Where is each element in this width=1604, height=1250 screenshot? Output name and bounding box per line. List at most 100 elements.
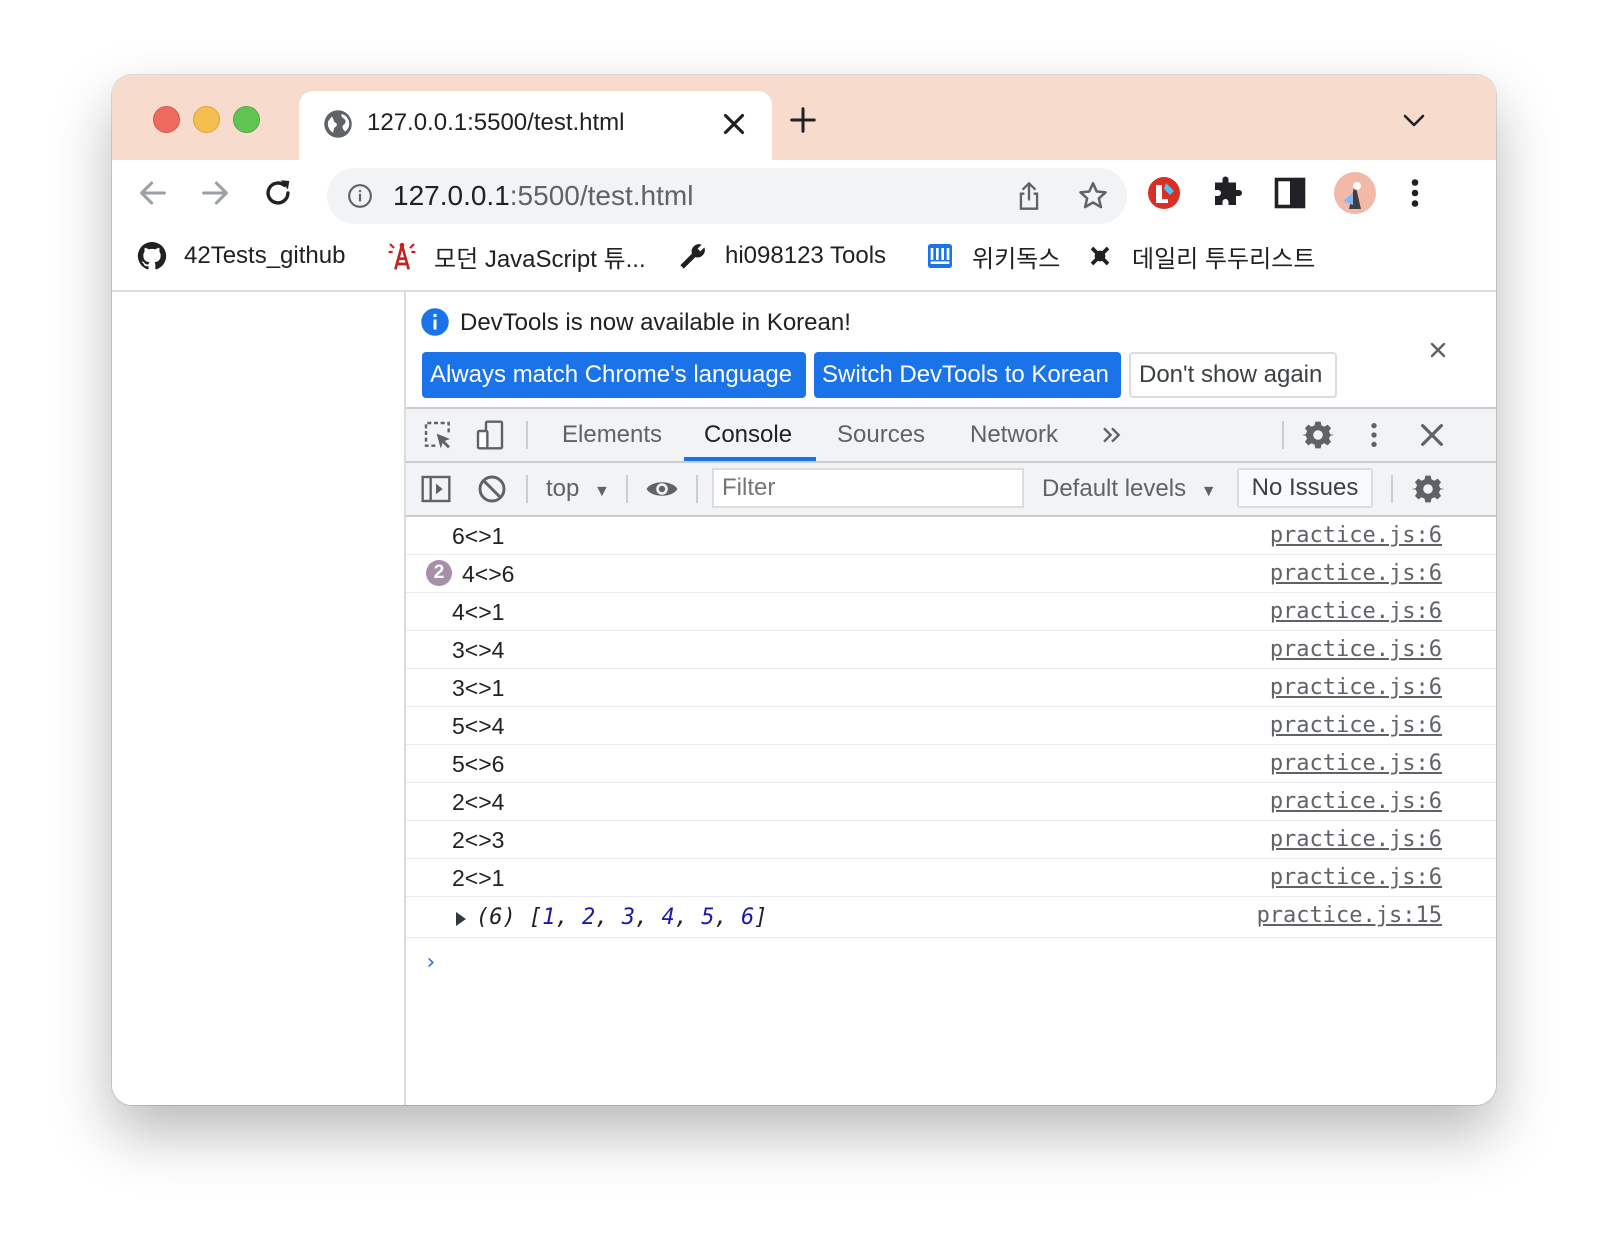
close-devtools-icon[interactable] [1416,419,1448,451]
bookmark-star-icon[interactable] [1077,180,1109,212]
close-window-button[interactable] [153,106,180,133]
address-bar[interactable]: 127.0.0.1:5500/test.html [327,168,1127,224]
inspect-element-icon[interactable] [422,419,454,451]
message-text: 5<>4 [452,713,505,739]
bookmark-label: hi098123 Tools [725,242,887,269]
tab-strip: 127.0.0.1:5500/test.html [112,75,1496,161]
forward-icon[interactable] [198,176,232,210]
site-info-icon[interactable] [347,183,373,209]
language-infobar: DevTools is now available in Korean! Alw… [406,292,1496,409]
globe-icon [324,110,352,138]
share-icon[interactable] [1015,181,1043,211]
console-prompt-row[interactable]: › [406,938,1496,984]
dont-show-again-button[interactable]: Don't show again [1129,352,1337,398]
source-link[interactable]: practice.js:6 [1270,751,1442,776]
github-icon [137,241,167,270]
devtools-tabbar: Elements Console Sources Network [406,409,1496,463]
console-message: 2<>3 practice.js:6 [406,821,1496,859]
toolbar-divider [1391,475,1393,503]
console-array-message[interactable]: (6) [1, 2, 3, 4, 5, 6] practice.js:15 [406,897,1496,938]
source-link[interactable]: practice.js:15 [1257,903,1442,928]
dropdown-arrow-icon: ▼ [1200,483,1217,500]
bookmark-item[interactable]: 모던 JavaScript 튜... [386,236,646,276]
clear-console-icon[interactable] [476,473,508,505]
show-sidebar-icon[interactable] [420,473,452,505]
log-levels-dropdown[interactable]: Default levels ▼ [1042,475,1217,503]
side-panel-icon[interactable] [1272,175,1308,211]
reload-icon[interactable] [261,176,295,210]
source-link[interactable]: practice.js:6 [1270,713,1442,738]
console-message: 5<>6 practice.js:6 [406,745,1496,783]
context-selector[interactable]: top ▼ [546,475,610,503]
tab-network[interactable]: Network [970,409,1058,461]
toolbar-divider [696,475,698,503]
close-infobar-icon[interactable] [1428,340,1448,360]
tab-sources[interactable]: Sources [837,409,925,461]
expand-triangle-icon[interactable] [456,912,466,926]
array-value: 2 [582,905,596,930]
browser-toolbar: 127.0.0.1:5500/test.html [112,160,1496,226]
new-tab-icon[interactable] [788,105,818,135]
browser-tab[interactable]: 127.0.0.1:5500/test.html [299,91,772,161]
console-messages: 6<>1 practice.js:6 2 4<>6 practice.js:6 … [406,517,1496,984]
close-tab-icon[interactable] [717,107,751,141]
switch-to-korean-button[interactable]: Switch DevTools to Korean [814,352,1121,398]
zoom-window-button[interactable] [233,106,260,133]
toolbar-divider [626,475,628,503]
devtools-menu-icon[interactable] [1358,419,1390,451]
source-link[interactable]: practice.js:6 [1270,599,1442,624]
infobar-message: DevTools is now available in Korean! [460,309,851,336]
source-link[interactable]: practice.js:6 [1270,789,1442,814]
issues-button[interactable]: No Issues [1237,468,1373,508]
extensions-puzzle-icon[interactable] [1209,175,1245,211]
source-link[interactable]: practice.js:6 [1270,827,1442,852]
device-toolbar-icon[interactable] [474,419,506,451]
array-value: 1 [542,905,556,930]
page-viewport [112,292,406,1105]
source-link[interactable]: practice.js:6 [1270,865,1442,890]
array-value: 3 [621,905,635,930]
message-text: 3<>4 [452,637,505,663]
bookmark-label: 데일리 투두리스트 [1132,245,1316,273]
log-levels-label: Default levels [1042,475,1187,502]
minimize-window-button[interactable] [193,106,220,133]
source-link[interactable]: practice.js:6 [1270,561,1442,586]
always-match-language-button[interactable]: Always match Chrome's language [422,352,806,398]
source-link[interactable]: practice.js:6 [1270,523,1442,548]
todo-icon [1090,246,1110,266]
bookmark-item[interactable]: 42Tests_github [136,236,345,276]
message-text: 2<>3 [452,827,505,853]
bookmark-item[interactable]: 데일리 투두리스트 [1084,236,1315,276]
console-message: 3<>4 practice.js:6 [406,631,1496,669]
bookmark-label: 위키독스 [972,245,1061,273]
bookmark-label: 모던 JavaScript 튜... [434,245,646,273]
message-text: 4<>1 [452,599,505,625]
array-preview: (6) [1, 2, 3, 4, 5, 6] [476,905,768,930]
tab-elements[interactable]: Elements [562,409,662,461]
bookmark-item[interactable]: 위키독스 [924,236,1060,276]
profile-avatar-icon[interactable] [1333,171,1377,215]
back-icon[interactable] [136,176,170,210]
more-tabs-chevron-icon[interactable] [1096,419,1128,451]
message-text: 2<>4 [452,789,505,815]
url-text: 127.0.0.1:5500/test.html [393,180,693,212]
more-menu-icon[interactable] [1397,175,1433,211]
source-link[interactable]: practice.js:6 [1270,637,1442,662]
source-link[interactable]: practice.js:6 [1270,675,1442,700]
tab-console[interactable]: Console [704,409,792,461]
url-host: 127.0.0.1 [393,180,510,211]
console-message: 2 4<>6 practice.js:6 [406,555,1496,593]
extension-badge-icon[interactable] [1146,175,1182,211]
wikidocs-icon [928,244,952,268]
console-message: 4<>1 practice.js:6 [406,593,1496,631]
array-length: (6) [476,905,516,930]
console-settings-gear-icon[interactable] [1412,473,1444,505]
bookmark-item[interactable]: hi098123 Tools [677,236,886,276]
chevron-down-icon[interactable] [1402,113,1426,129]
live-expression-eye-icon[interactable] [644,473,680,505]
filter-input[interactable] [712,468,1024,508]
settings-gear-icon[interactable] [1302,419,1334,451]
url-path: :5500/test.html [509,180,694,211]
console-message: 6<>1 practice.js:6 [406,517,1496,555]
message-text: 6<>1 [452,523,505,549]
